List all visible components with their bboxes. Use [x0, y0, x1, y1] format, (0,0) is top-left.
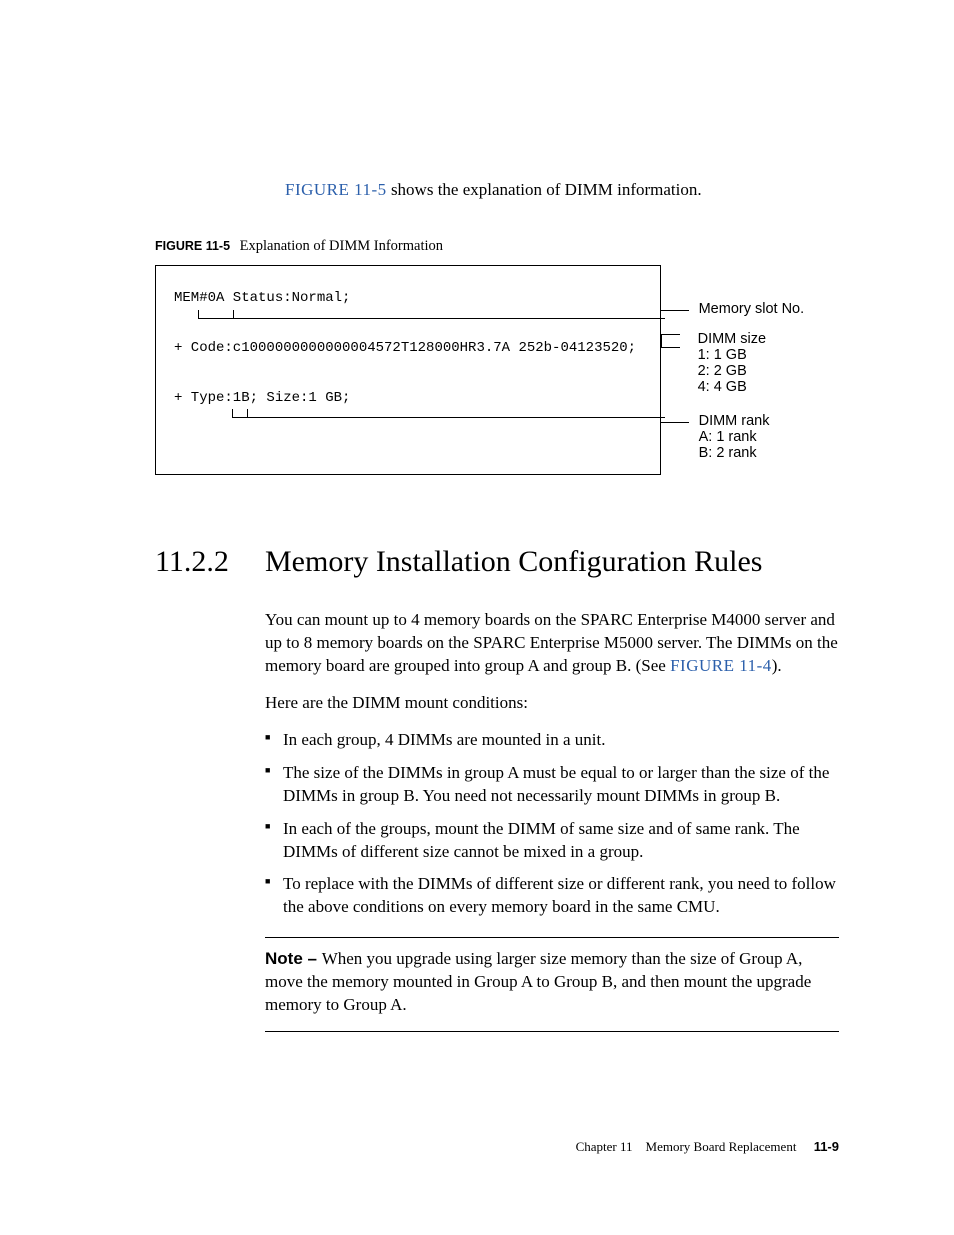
callout-size-4: 4: 4 GB	[698, 379, 747, 395]
bullet-list: In each group, 4 DIMMs are mounted in a …	[265, 729, 839, 920]
list-item: In each group, 4 DIMMs are mounted in a …	[265, 729, 839, 752]
paragraph-2: Here are the DIMM mount conditions:	[265, 692, 839, 715]
note-label: Note –	[265, 949, 322, 968]
callout-lead-icon	[661, 310, 689, 311]
figure-caption-text: Explanation of DIMM Information	[240, 238, 443, 254]
figure-caption: FIGURE 11-5 Explanation of DIMM Informat…	[155, 238, 839, 255]
callout-rank-b: B: 2 rank	[699, 445, 757, 461]
note-rule-top	[265, 937, 839, 938]
section-body: You can mount up to 4 memory boards on t…	[265, 609, 839, 1032]
callout-size-title: DIMM size	[698, 331, 766, 347]
note-body: When you upgrade using larger size memor…	[265, 949, 811, 1014]
code-line-3: + Type:1B; Size:1 GB;	[174, 390, 350, 406]
callout-size-2: 2: 2 GB	[698, 363, 747, 379]
callout-lead-icon	[661, 422, 689, 423]
page: FIGURE 11-5 shows the explanation of DIM…	[0, 0, 954, 1235]
note-rule-bottom	[265, 1031, 839, 1032]
callout-slot-text: Memory slot No.	[699, 301, 805, 317]
list-item: To replace with the DIMMs of different s…	[265, 873, 839, 919]
footer-page-number: 11-9	[814, 1139, 839, 1154]
lead-rank	[239, 417, 665, 418]
list-item: The size of the DIMMs in group A must be…	[265, 762, 839, 808]
para1-b: ).	[772, 656, 782, 675]
callout-size: DIMM size 1: 1 GB 2: 2 GB 4: 4 GB	[661, 331, 767, 395]
code-line-2: + Code:c1000000000000004572T128000HR3.7A…	[174, 340, 636, 356]
list-item: In each of the groups, mount the DIMM of…	[265, 818, 839, 864]
intro-rest: shows the explanation of DIMM informatio…	[387, 180, 702, 199]
figure-label: FIGURE 11-5	[155, 239, 230, 253]
callout-rank: DIMM rank A: 1 rank B: 2 rank	[661, 413, 770, 461]
page-footer: Chapter 11 Memory Board Replacement 11-9	[576, 1139, 839, 1155]
paragraph-1: You can mount up to 4 memory boards on t…	[265, 609, 839, 678]
section-title: Memory Installation Configuration Rules	[265, 545, 762, 579]
callout-size-1: 1: 1 GB	[698, 347, 747, 363]
footer-chapter: Chapter 11	[576, 1139, 633, 1154]
section-number: 11.2.2	[155, 545, 265, 579]
lead-slot	[215, 318, 665, 319]
callout-slot: Memory slot No.	[661, 301, 805, 317]
code-line-1: MEM#0A Status:Normal;	[174, 290, 350, 306]
note-paragraph: Note – When you upgrade using larger siz…	[265, 948, 839, 1017]
callout-lead-icon	[661, 334, 680, 348]
intro-paragraph: FIGURE 11-5 shows the explanation of DIM…	[285, 180, 839, 200]
figure-box: MEM#0A Status:Normal; + Code:c1000000000…	[155, 265, 661, 475]
footer-title: Memory Board Replacement	[646, 1139, 797, 1154]
figure-ref-link[interactable]: FIGURE 11-4	[670, 656, 772, 675]
callout-rank-a: A: 1 rank	[699, 429, 757, 445]
figure-wrap: MEM#0A Status:Normal; + Code:c1000000000…	[155, 265, 839, 475]
callout-rank-title: DIMM rank	[699, 413, 770, 429]
section-heading: 11.2.2 Memory Installation Configuration…	[155, 545, 839, 579]
figure-link[interactable]: FIGURE 11-5	[285, 180, 387, 199]
